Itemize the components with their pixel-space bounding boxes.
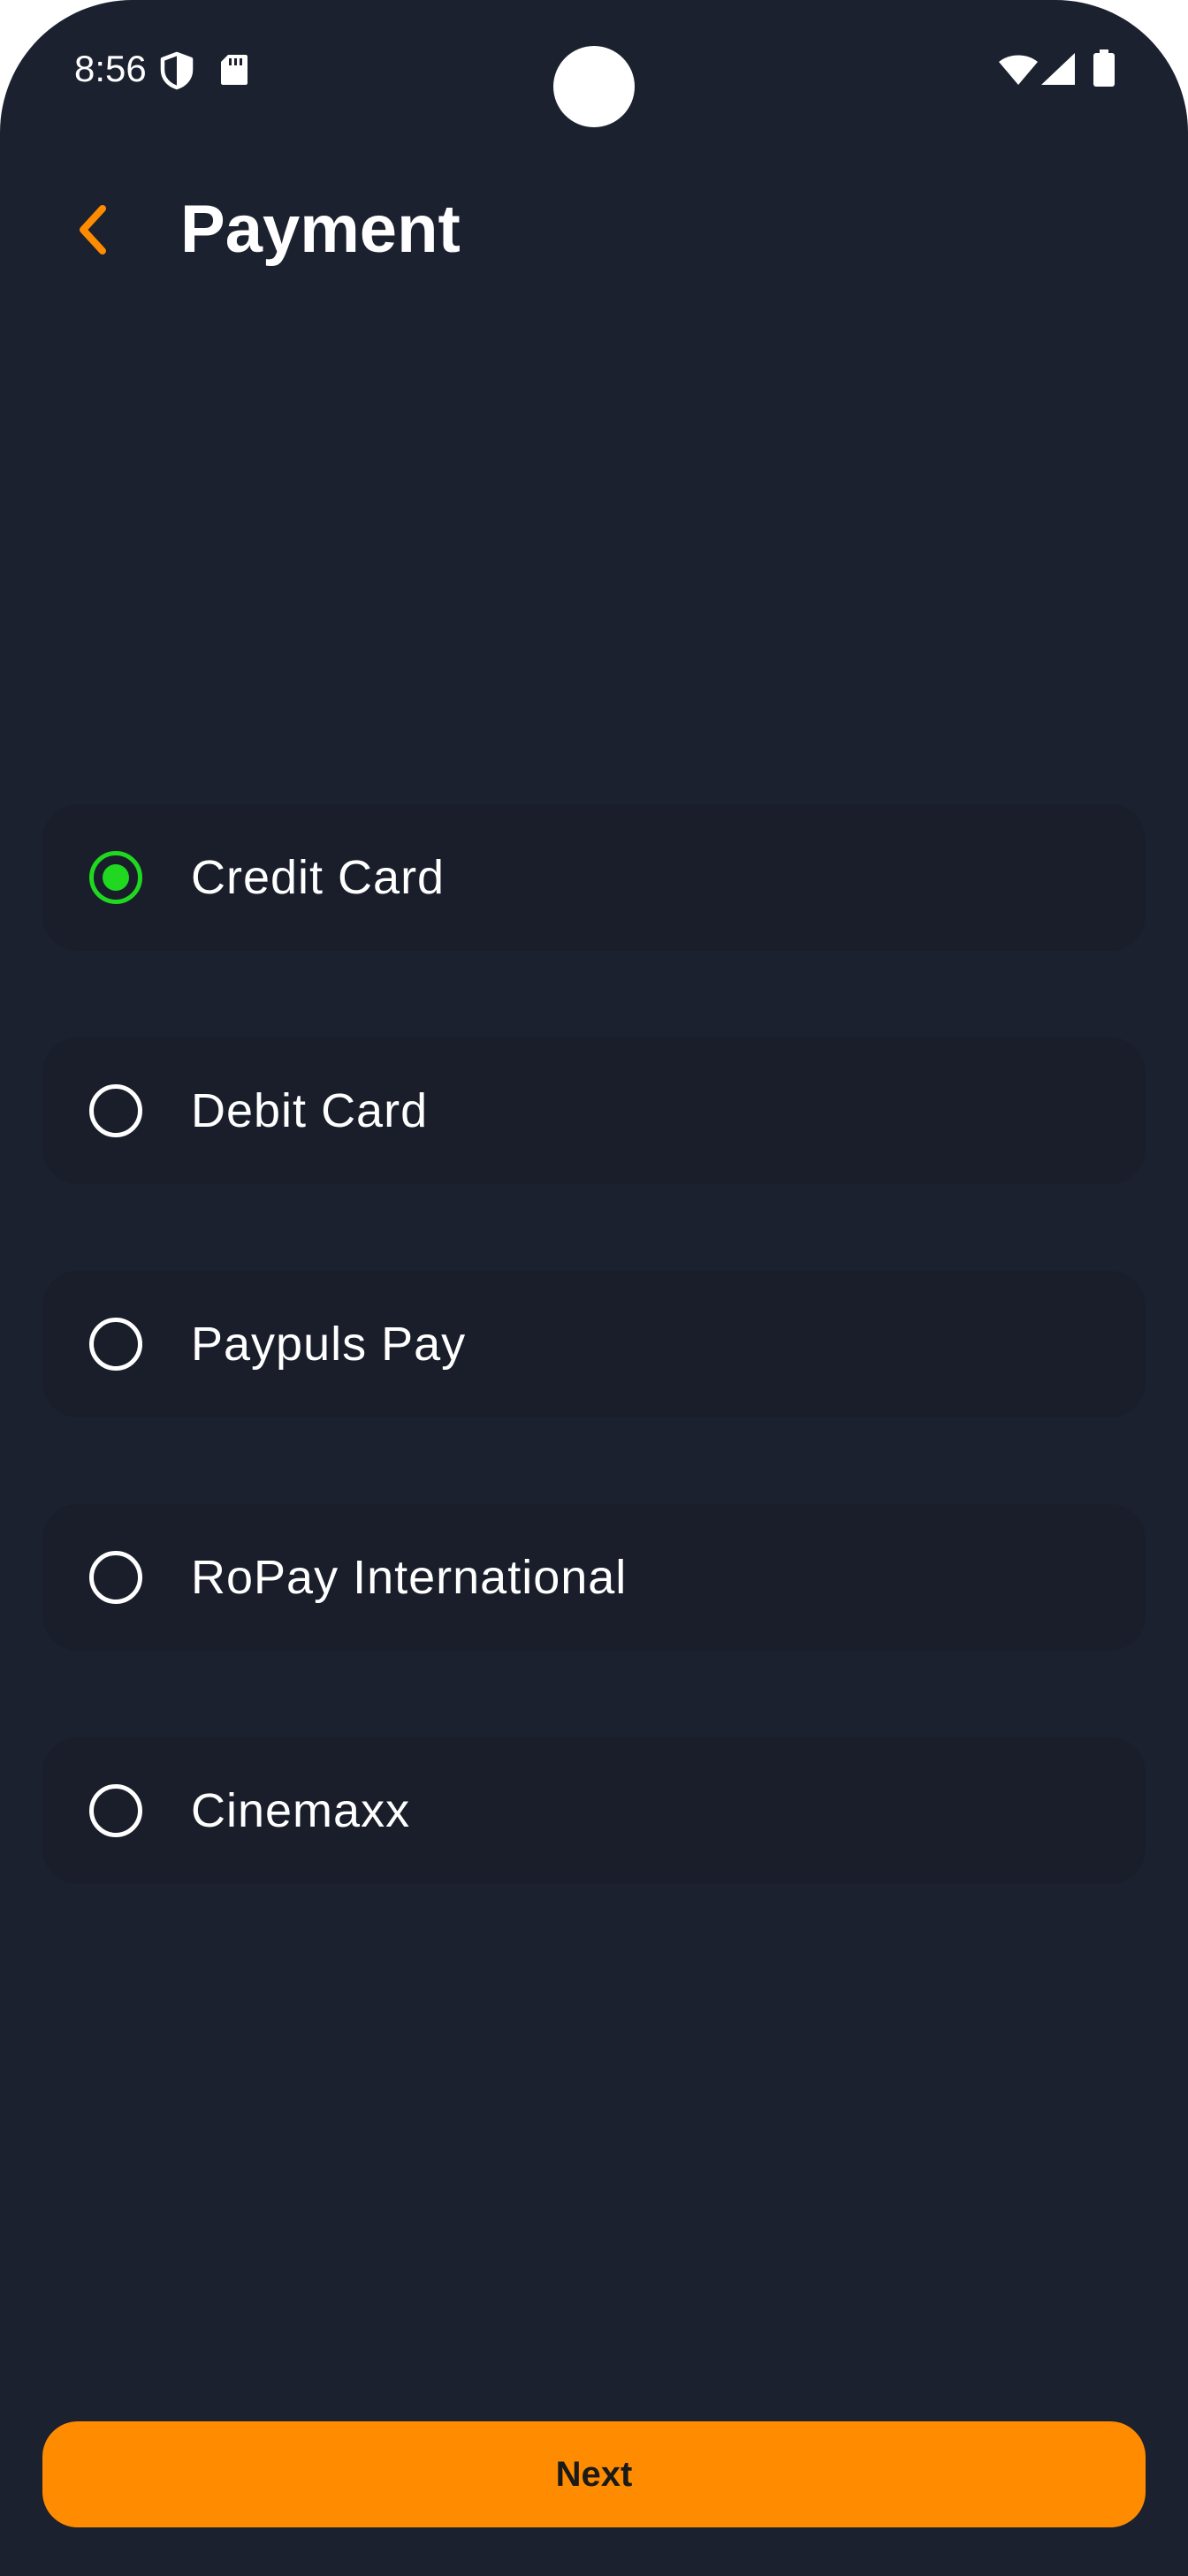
option-label: RoPay International [191,1551,628,1604]
payment-options-list: Credit Card Debit Card Paypuls Pay RoPay… [42,804,1146,1971]
battery-icon [1093,49,1115,87]
status-bar: 8:56 [0,0,1188,141]
chevron-left-icon [80,205,106,255]
radio-unselected[interactable] [89,1784,142,1837]
camera-cutout [553,46,635,127]
radio-unselected[interactable] [89,1084,142,1137]
payment-option-paypuls-pay[interactable]: Paypuls Pay [42,1271,1146,1417]
next-button[interactable]: Next [42,2421,1146,2527]
phone-screen: 8:56 Payment Credit Card Debit Card Payp… [0,0,1188,2576]
payment-option-credit-card[interactable]: Credit Card [42,804,1146,951]
option-label: Cinemaxx [191,1784,411,1837]
option-label: Paypuls Pay [191,1318,467,1371]
signal-icon [1041,53,1075,85]
payment-option-debit-card[interactable]: Debit Card [42,1037,1146,1184]
option-label: Debit Card [191,1084,429,1137]
radio-unselected[interactable] [89,1318,142,1371]
radio-selected[interactable] [89,851,142,904]
shield-icon [160,51,194,90]
option-label: Credit Card [191,851,446,904]
page-title: Payment [180,192,461,267]
back-button[interactable] [57,194,127,265]
status-time: 8:56 [74,48,147,89]
sd-card-icon [221,55,248,85]
wifi-icon [999,55,1038,85]
radio-unselected[interactable] [89,1551,142,1604]
payment-option-cinemaxx[interactable]: Cinemaxx [42,1737,1146,1884]
payment-option-ropay-international[interactable]: RoPay International [42,1504,1146,1651]
